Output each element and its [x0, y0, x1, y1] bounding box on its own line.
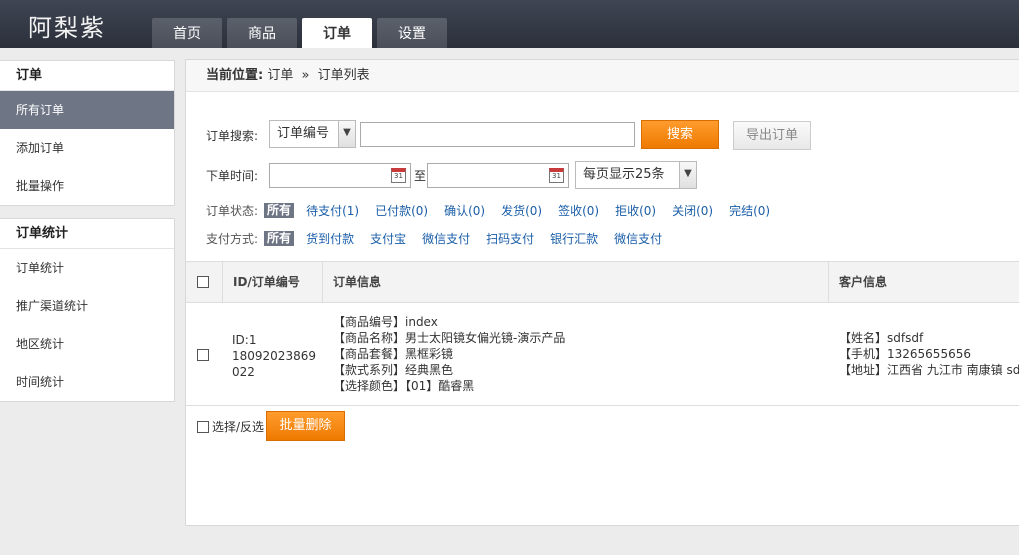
- chevron-down-icon: ▼: [338, 121, 355, 147]
- sidebar-group-orders: 订单 所有订单 添加订单 批量操作: [0, 60, 175, 206]
- breadcrumb-prefix: 当前位置:: [206, 68, 264, 83]
- bulk-delete-button[interactable]: 批量删除: [266, 411, 345, 441]
- breadcrumb: 当前位置: 订单 » 订单列表: [186, 60, 1019, 92]
- payment-method-label: 支付方式:: [206, 232, 259, 246]
- payment-link-cod[interactable]: 货到付款: [306, 230, 354, 247]
- column-header-customer: 客户信息: [839, 275, 888, 289]
- status-link-shipped[interactable]: 发货(0): [501, 202, 542, 219]
- payment-link-wechat-2[interactable]: 微信支付: [614, 230, 662, 247]
- sidebar-group-stats: 订单统计 订单统计 推广渠道统计 地区统计 时间统计: [0, 218, 175, 402]
- sidebar-item-batch-ops[interactable]: 批量操作: [0, 167, 174, 205]
- customer-phone: 【手机】13265655656: [839, 347, 971, 361]
- customer-info-cell: 【姓名】sdfsdf 【手机】13265655656 【地址】江西省 九江市 南…: [839, 330, 1019, 378]
- bulk-actions-bar: 选择/反选 批量删除: [186, 410, 1019, 446]
- top-header: 阿梨紫 首页 商品 订单 设置: [0, 0, 1019, 48]
- breadcrumb-parent[interactable]: 订单: [267, 68, 293, 83]
- table-row: ID:1 18092023869 022 【商品编号】index 【商品名称】男…: [186, 303, 1019, 406]
- status-link-completed[interactable]: 完结(0): [729, 202, 770, 219]
- page-size-select[interactable]: 每页显示25条 ▼: [575, 161, 697, 189]
- search-input[interactable]: [360, 122, 635, 147]
- row-checkbox[interactable]: [197, 349, 209, 361]
- order-status-label: 订单状态:: [206, 204, 259, 218]
- tab-home[interactable]: 首页: [152, 18, 222, 48]
- tab-orders[interactable]: 订单: [302, 18, 372, 48]
- status-link-closed[interactable]: 关闭(0): [672, 202, 713, 219]
- order-status-filter: 订单状态: 所有 待支付(1) 已付款(0) 确认(0) 发货(0) 签收(0)…: [206, 202, 786, 219]
- select-all-checkbox[interactable]: [197, 276, 209, 288]
- search-field-select-value: 订单编号: [277, 126, 330, 141]
- status-link-confirmed[interactable]: 确认(0): [444, 202, 485, 219]
- product-code: 【商品编号】index: [333, 315, 438, 329]
- payment-all-chip[interactable]: 所有: [264, 231, 295, 246]
- customer-name: 【姓名】sdfsdf: [839, 331, 924, 345]
- payment-link-bank[interactable]: 银行汇款: [550, 230, 598, 247]
- breadcrumb-current: 订单列表: [317, 68, 370, 83]
- calendar-icon[interactable]: 31: [549, 168, 564, 183]
- tab-settings[interactable]: 设置: [377, 18, 447, 48]
- sidebar-item-add-order[interactable]: 添加订单: [0, 129, 174, 167]
- order-time-label: 下单时间:: [206, 169, 259, 183]
- column-header-order-info: 订单信息: [323, 262, 829, 302]
- date-range-to-label: 至: [414, 169, 427, 183]
- order-number-part1: 18092023869: [232, 349, 316, 363]
- sidebar-item-all-orders[interactable]: 所有订单: [0, 91, 174, 129]
- product-package: 【商品套餐】黑框彩镜: [333, 347, 454, 361]
- start-date-input[interactable]: 31: [269, 163, 411, 188]
- sidebar: 订单 所有订单 添加订单 批量操作 订单统计 订单统计 推广渠道统计 地区统计 …: [0, 60, 175, 414]
- payment-method-filter: 支付方式: 所有 货到付款 支付宝 微信支付 扫码支付 银行汇款 微信支付: [206, 230, 678, 247]
- column-header-id: ID/订单编号: [223, 262, 323, 302]
- status-link-paid[interactable]: 已付款(0): [375, 202, 428, 219]
- order-id-cell: ID:1 18092023869 022: [232, 332, 316, 380]
- status-link-pending[interactable]: 待支付(1): [306, 202, 359, 219]
- payment-link-scan[interactable]: 扫码支付: [486, 230, 534, 247]
- export-orders-button[interactable]: 导出订单: [733, 121, 811, 150]
- tab-products[interactable]: 商品: [227, 18, 297, 48]
- sidebar-item-channel-stats[interactable]: 推广渠道统计: [0, 287, 174, 325]
- sidebar-item-time-stats[interactable]: 时间统计: [0, 363, 174, 401]
- select-toggle-label[interactable]: 选择/反选: [212, 418, 264, 435]
- status-all-chip[interactable]: 所有: [264, 203, 295, 218]
- orders-table: ID/订单编号 订单信息 客户信息 ID:1 18092023869 022 【…: [186, 261, 1019, 406]
- order-id: ID:1: [232, 333, 257, 347]
- status-link-rejected[interactable]: 拒收(0): [615, 202, 656, 219]
- app-logo: 阿梨紫: [28, 14, 106, 42]
- select-toggle-checkbox[interactable]: [197, 421, 209, 433]
- search-button[interactable]: 搜索: [641, 120, 719, 149]
- status-link-received[interactable]: 签收(0): [558, 202, 599, 219]
- payment-link-alipay[interactable]: 支付宝: [370, 230, 406, 247]
- sidebar-group-title: 订单: [0, 61, 174, 91]
- sidebar-item-region-stats[interactable]: 地区统计: [0, 325, 174, 363]
- sidebar-item-order-stats[interactable]: 订单统计: [0, 249, 174, 287]
- chevron-down-icon: ▼: [679, 162, 696, 188]
- header-checkbox-cell: [186, 262, 223, 302]
- main-nav-tabs: 首页 商品 订单 设置: [152, 18, 452, 48]
- search-label: 订单搜索:: [206, 129, 259, 143]
- product-color: 【选择颜色】【01】酷睿黑: [333, 379, 475, 393]
- breadcrumb-separator: »: [301, 68, 310, 83]
- product-name: 【商品名称】男士太阳镜女偏光镜-演示产品: [333, 331, 566, 345]
- calendar-icon[interactable]: 31: [391, 168, 406, 183]
- order-number-part2: 022: [232, 365, 255, 379]
- search-field-select[interactable]: 订单编号 ▼: [269, 120, 356, 148]
- customer-address: 【地址】江西省 九江市 南康镇 sdf: [839, 363, 1019, 377]
- end-date-input[interactable]: 31: [427, 163, 569, 188]
- page-size-select-value: 每页显示25条: [583, 167, 665, 182]
- main-panel: 当前位置: 订单 » 订单列表 订单搜索: 订单编号 ▼ 搜索 导出订单 下单时…: [185, 59, 1019, 526]
- table-header: ID/订单编号 订单信息 客户信息: [186, 261, 1019, 303]
- sidebar-group-title: 订单统计: [0, 219, 174, 249]
- payment-link-wechat[interactable]: 微信支付: [422, 230, 470, 247]
- filter-panel: 订单搜索: 订单编号 ▼ 搜索 导出订单 下单时间: 31 至 31 每页显示2…: [186, 102, 1019, 262]
- order-info-cell: 【商品编号】index 【商品名称】男士太阳镜女偏光镜-演示产品 【商品套餐】黑…: [333, 314, 565, 394]
- product-series: 【款式系列】经典黑色: [333, 363, 454, 377]
